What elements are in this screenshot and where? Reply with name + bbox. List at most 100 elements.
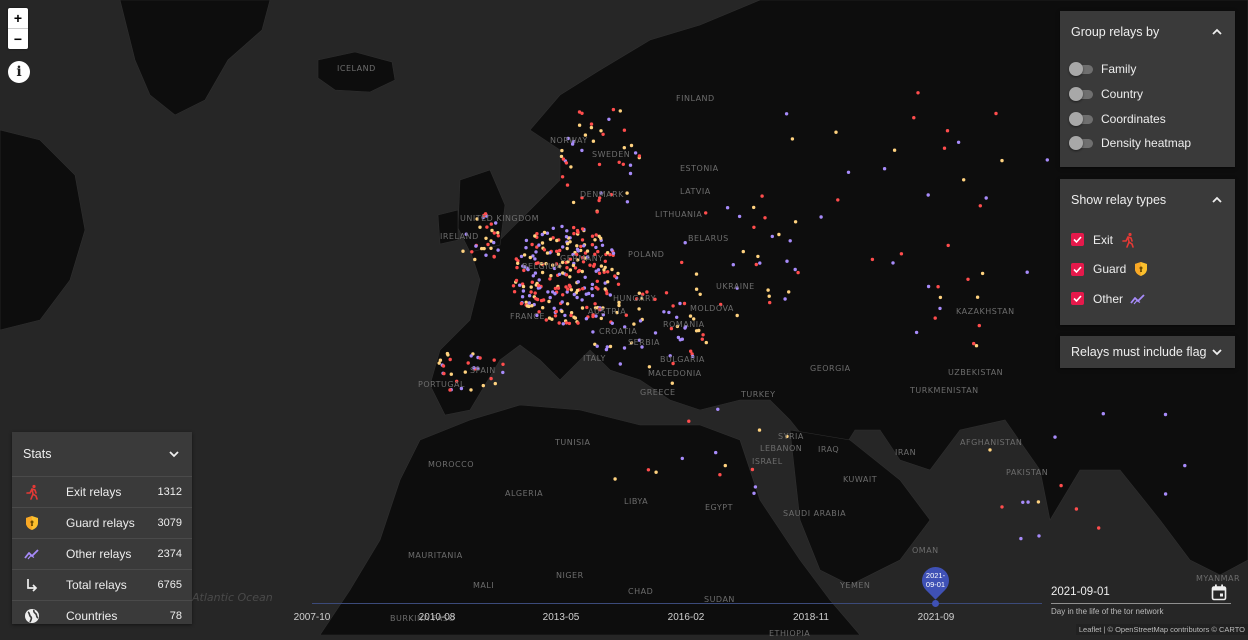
relay-marker[interactable]	[590, 287, 594, 291]
relay-types-header[interactable]: Show relay types	[1060, 179, 1235, 221]
relay-marker[interactable]	[541, 306, 545, 310]
relay-marker[interactable]	[618, 109, 622, 113]
relay-marker[interactable]	[546, 290, 550, 294]
relay-marker[interactable]	[768, 300, 772, 305]
relay-marker[interactable]	[492, 255, 496, 259]
relay-marker[interactable]	[521, 284, 526, 289]
relay-marker[interactable]	[511, 284, 516, 288]
relay-marker[interactable]	[515, 265, 519, 270]
relay-marker[interactable]	[584, 317, 589, 321]
relay-marker[interactable]	[602, 268, 606, 272]
relay-marker[interactable]	[596, 249, 600, 254]
relay-marker[interactable]	[518, 283, 522, 287]
relay-marker[interactable]	[750, 467, 755, 472]
relay-marker[interactable]	[601, 132, 605, 136]
relay-marker[interactable]	[590, 282, 595, 287]
relay-marker[interactable]	[790, 137, 795, 141]
relay-marker[interactable]	[537, 243, 541, 247]
relay-marker[interactable]	[1059, 483, 1063, 488]
relay-marker[interactable]	[527, 301, 531, 305]
relay-marker[interactable]	[988, 448, 992, 452]
group-relays-header[interactable]: Group relays by	[1060, 11, 1235, 53]
relay-marker[interactable]	[725, 206, 730, 210]
relay-marker[interactable]	[496, 231, 500, 235]
relay-marker[interactable]	[484, 236, 488, 240]
relay-marker[interactable]	[478, 225, 482, 229]
relay-marker[interactable]	[540, 241, 545, 245]
relay-marker[interactable]	[563, 313, 567, 318]
relay-marker[interactable]	[606, 280, 610, 284]
relay-marker[interactable]	[470, 250, 474, 254]
relay-marker[interactable]	[595, 279, 599, 283]
relay-marker[interactable]	[682, 301, 687, 306]
relay-marker[interactable]	[590, 243, 595, 247]
relay-marker[interactable]	[687, 419, 691, 423]
relay-marker[interactable]	[1036, 500, 1041, 504]
relay-marker[interactable]	[561, 157, 566, 161]
relay-marker[interactable]	[445, 351, 450, 356]
relay-marker[interactable]	[534, 250, 538, 254]
relay-marker[interactable]	[496, 248, 500, 252]
relay-marker[interactable]	[671, 304, 675, 308]
relay-marker[interactable]	[616, 282, 621, 286]
relay-marker[interactable]	[572, 231, 576, 236]
relay-marker[interactable]	[565, 302, 570, 306]
relay-marker[interactable]	[560, 309, 564, 314]
relay-marker[interactable]	[554, 309, 558, 314]
relay-marker[interactable]	[599, 264, 604, 268]
relay-marker[interactable]	[553, 292, 557, 296]
timeline-tick[interactable]: 2021-09	[918, 612, 955, 623]
relay-marker[interactable]	[605, 251, 610, 255]
relay-marker[interactable]	[544, 318, 548, 322]
relay-marker[interactable]	[912, 116, 916, 120]
relay-marker[interactable]	[493, 381, 497, 386]
relay-marker[interactable]	[576, 249, 580, 253]
relay-marker[interactable]	[533, 291, 537, 295]
relay-marker[interactable]	[793, 220, 798, 224]
relay-marker[interactable]	[1097, 526, 1101, 530]
relay-marker[interactable]	[594, 269, 598, 273]
relay-marker[interactable]	[481, 383, 485, 388]
relay-marker[interactable]	[603, 287, 607, 291]
relay-marker[interactable]	[561, 245, 565, 249]
relay-marker[interactable]	[718, 473, 722, 477]
relay-marker[interactable]	[714, 450, 718, 455]
relay-marker[interactable]	[632, 322, 636, 326]
relay-marker[interactable]	[737, 214, 742, 219]
relay-marker[interactable]	[731, 263, 735, 267]
relay-marker[interactable]	[575, 244, 579, 248]
relay-marker[interactable]	[870, 257, 875, 262]
relay-marker[interactable]	[530, 242, 534, 247]
relay-marker[interactable]	[480, 246, 484, 251]
relay-marker[interactable]	[533, 257, 537, 261]
relay-marker[interactable]	[531, 274, 535, 278]
toggle-country[interactable]: Country	[1060, 82, 1235, 107]
relay-marker[interactable]	[463, 370, 467, 374]
relay-marker[interactable]	[662, 310, 666, 314]
relay-marker[interactable]	[496, 234, 500, 238]
relay-marker[interactable]	[608, 293, 612, 297]
relay-marker[interactable]	[551, 226, 555, 230]
relay-marker[interactable]	[664, 291, 669, 295]
relay-marker[interactable]	[560, 175, 565, 179]
relay-marker[interactable]	[449, 372, 453, 376]
relay-marker[interactable]	[485, 225, 489, 229]
timeline-handle[interactable]	[932, 600, 939, 607]
relay-marker[interactable]	[936, 285, 940, 289]
relay-marker[interactable]	[572, 225, 576, 230]
relay-marker[interactable]	[597, 162, 602, 167]
relay-marker[interactable]	[945, 129, 950, 133]
relay-marker[interactable]	[571, 263, 576, 268]
relay-marker[interactable]	[763, 216, 767, 220]
relay-marker[interactable]	[683, 241, 687, 245]
relay-marker[interactable]	[560, 300, 564, 304]
relay-marker[interactable]	[556, 286, 561, 290]
timeline-tick[interactable]: 2013-05	[543, 612, 580, 623]
timeline-tick[interactable]: 2018-11	[793, 612, 829, 623]
relay-marker[interactable]	[704, 340, 708, 345]
relay-marker[interactable]	[521, 289, 526, 293]
relay-marker[interactable]	[621, 162, 625, 166]
relay-marker[interactable]	[520, 295, 525, 299]
relay-marker[interactable]	[514, 278, 519, 283]
relay-marker[interactable]	[569, 165, 573, 169]
